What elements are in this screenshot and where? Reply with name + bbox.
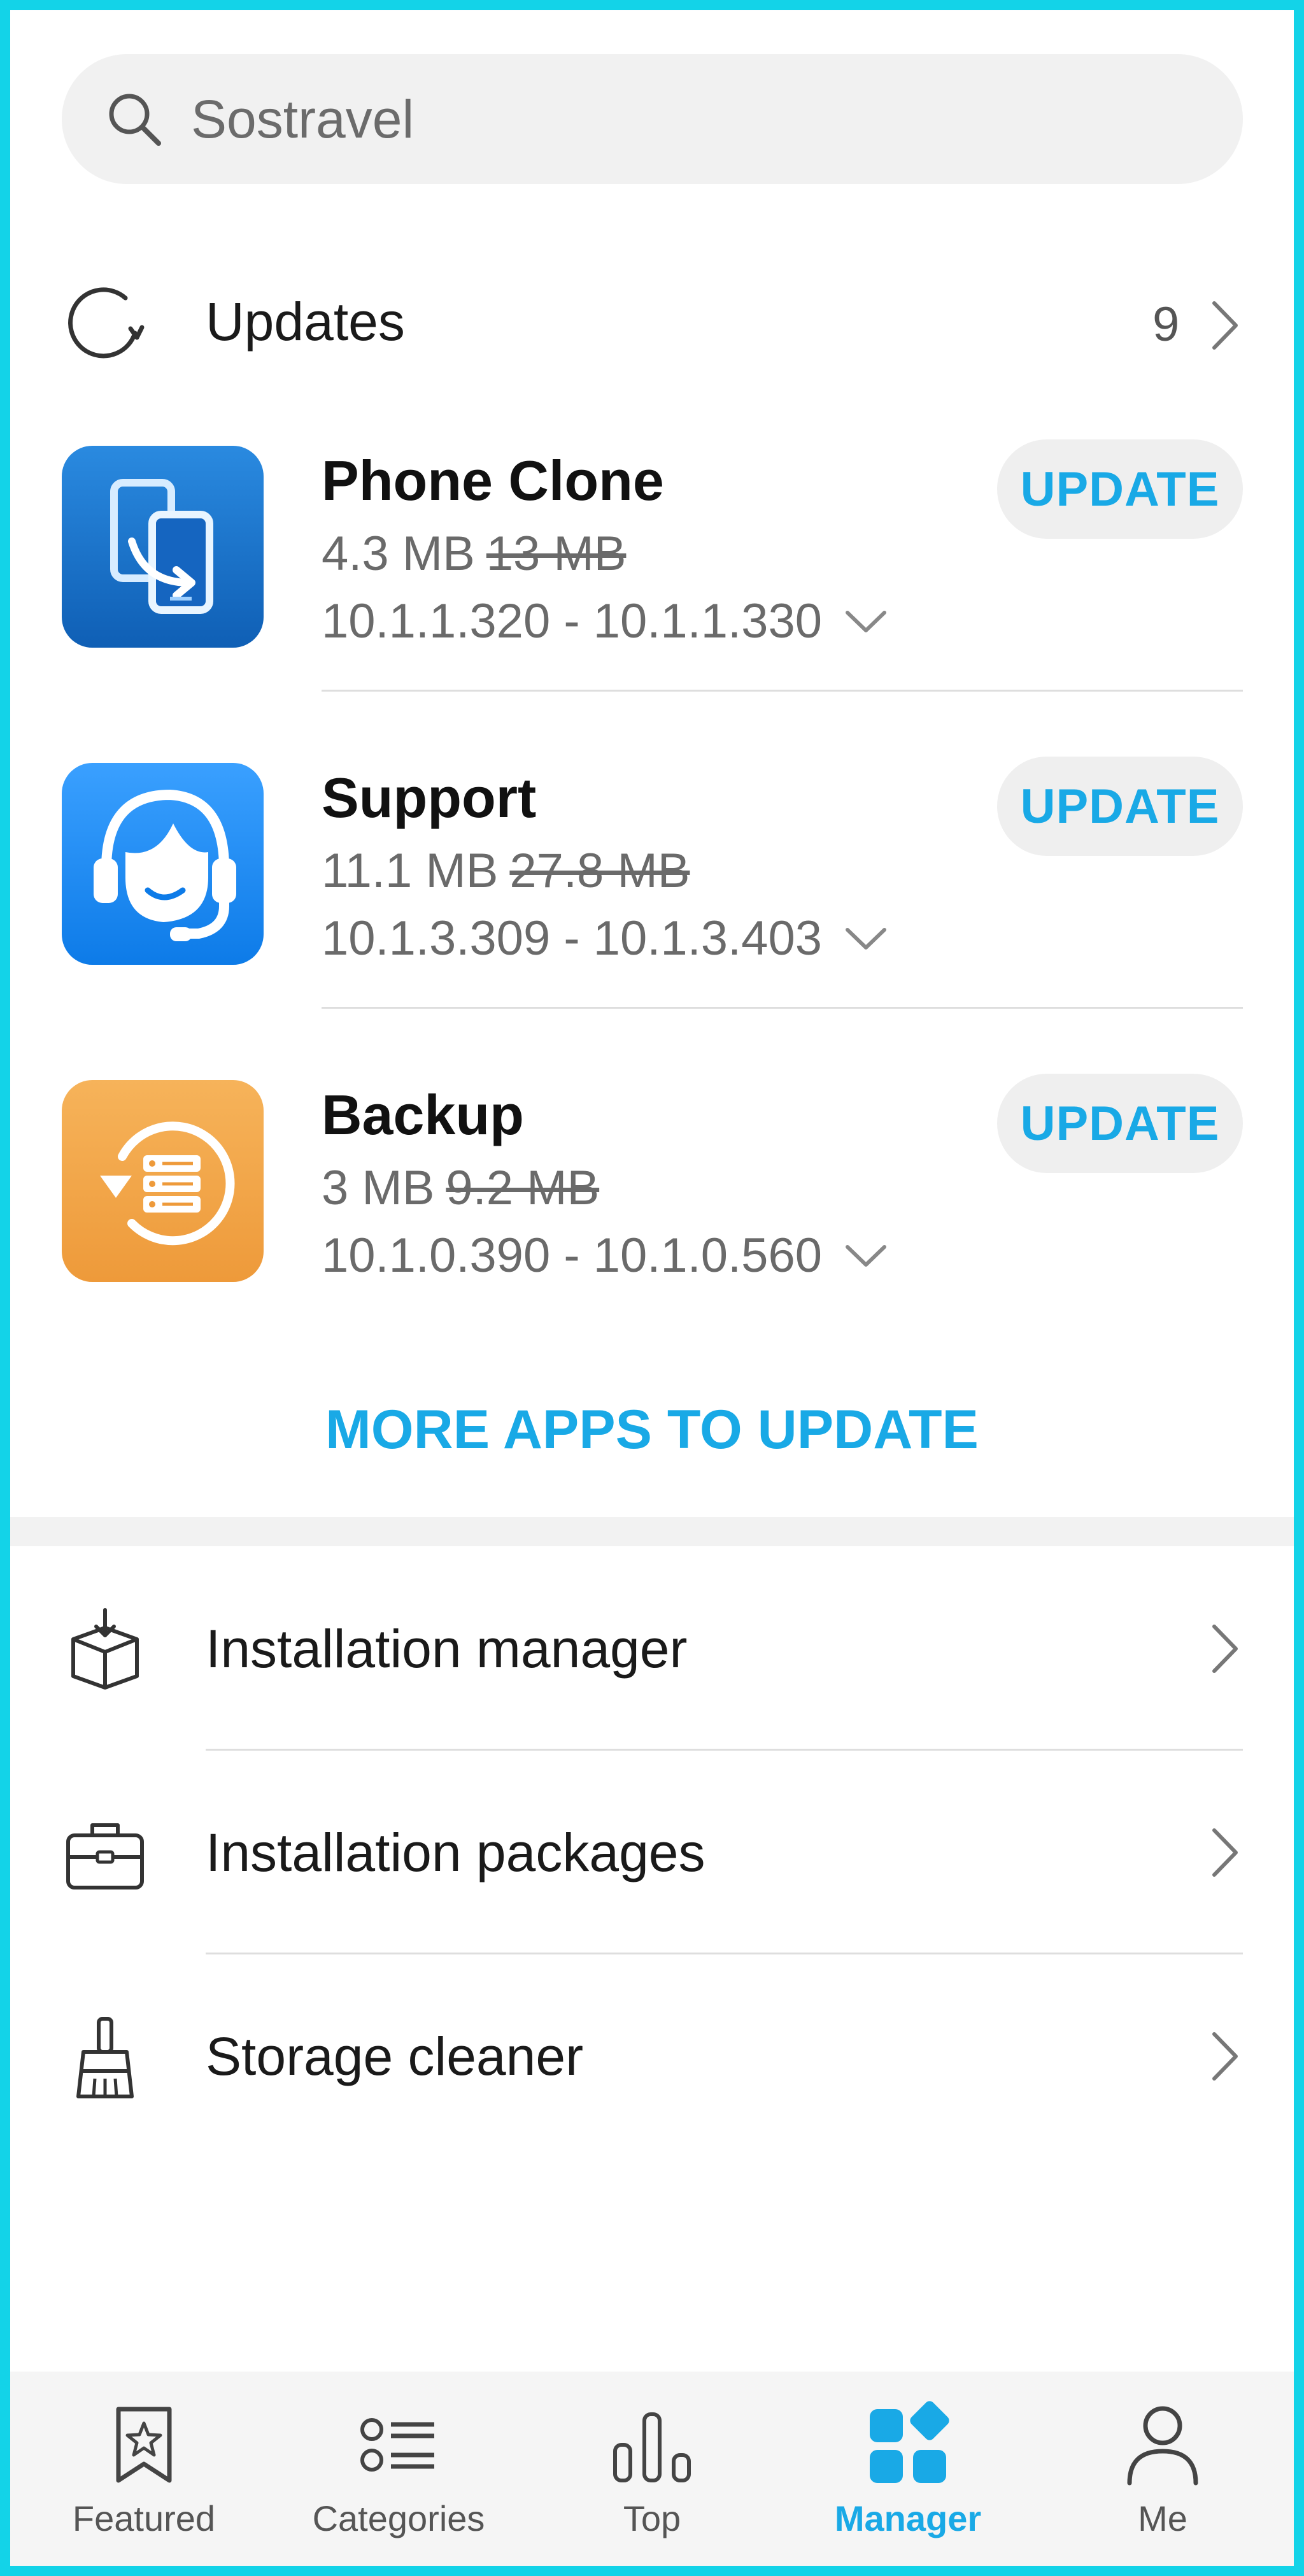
update-button[interactable]: UPDATE	[997, 1074, 1243, 1173]
backup-app-icon	[62, 1080, 264, 1282]
menu-item-installation-packages[interactable]: Installation packages	[0, 1750, 1304, 1954]
tab-label: Top	[623, 2498, 681, 2538]
new-size: 4.3 MB	[322, 527, 475, 581]
chevron-right-icon	[1212, 2032, 1238, 2081]
app-name: Phone Clone	[322, 449, 664, 512]
chevron-right-icon	[1212, 1625, 1238, 1673]
app-name: Support	[322, 766, 537, 829]
old-size: 27.8 MB	[509, 844, 690, 898]
version-toggle[interactable]: 10.1.1.320 - 10.1.1.330	[322, 590, 888, 653]
app-item-backup: Backup 3 MB 9.2 MB 10.1.0.390 - 10.1.0.56…	[0, 1074, 1304, 1391]
search-icon	[109, 94, 161, 146]
new-size: 11.1 MB	[322, 844, 499, 898]
update-button[interactable]: UPDATE	[997, 439, 1243, 539]
chevron-right-icon	[1212, 1828, 1238, 1877]
app-size: 3 MB 9.2 MB	[322, 1156, 599, 1220]
tab-label: Featured	[72, 2498, 216, 2538]
bookmark-star-icon	[116, 2407, 172, 2483]
menu-item-storage-cleaner[interactable]: Storage cleaner	[0, 1954, 1304, 2158]
menu-label: Installation manager	[206, 1619, 688, 1679]
divider	[322, 1007, 1243, 1009]
tab-manager[interactable]: Manager	[781, 2372, 1035, 2566]
update-button[interactable]: UPDATE	[997, 757, 1243, 856]
bottom-nav: Featured Categories Top Manager Me	[10, 2372, 1294, 2566]
version-toggle[interactable]: 10.1.0.390 - 10.1.0.560	[322, 1224, 888, 1288]
updates-count: 9	[1152, 297, 1180, 352]
bar-chart-icon	[613, 2412, 691, 2482]
chevron-down-icon	[845, 611, 886, 632]
old-size: 9.2 MB	[446, 1161, 600, 1215]
menu-item-installation-manager[interactable]: Installation manager	[0, 1546, 1304, 1751]
version-toggle[interactable]: 10.1.3.309 - 10.1.3.403	[322, 907, 888, 971]
tab-me[interactable]: Me	[1035, 2372, 1290, 2566]
list-icon	[360, 2418, 434, 2472]
support-app-icon	[62, 763, 264, 965]
tab-label: Me	[1138, 2498, 1187, 2538]
updates-row[interactable]: Updates 9	[0, 255, 1304, 388]
app-versions: 10.1.3.309 - 10.1.3.403	[322, 911, 822, 965]
chevron-down-icon	[845, 928, 886, 950]
divider	[322, 690, 1243, 692]
tab-label: Categories	[312, 2498, 485, 2538]
app-name: Backup	[322, 1083, 524, 1146]
chevron-right-icon	[1212, 301, 1238, 350]
app-item-support: Support 11.1 MB 27.8 MB 10.1.3.309 - 10.1…	[0, 757, 1304, 1074]
search-input[interactable]	[191, 80, 1146, 159]
more-apps-link[interactable]: MORE APPS TO UPDATE	[0, 1395, 1304, 1465]
old-size: 13 MB	[486, 527, 627, 581]
app-item-phone-clone: Phone Clone 4.3 MB 13 MB 10.1.1.320 - 10.…	[0, 439, 1304, 757]
tab-top[interactable]: Top	[525, 2372, 779, 2566]
chevron-down-icon	[845, 1245, 886, 1267]
broom-icon	[76, 2017, 134, 2098]
grid-icon	[870, 2401, 949, 2483]
tab-categories[interactable]: Categories	[271, 2372, 526, 2566]
briefcase-icon	[66, 1823, 144, 1889]
app-size: 11.1 MB 27.8 MB	[322, 839, 690, 903]
tab-label: Manager	[834, 2498, 982, 2538]
tab-featured[interactable]: Featured	[17, 2372, 271, 2566]
menu-label: Installation packages	[206, 1823, 705, 1882]
search-bar[interactable]	[62, 54, 1243, 184]
menu-label: Storage cleaner	[206, 2026, 584, 2086]
app-size: 4.3 MB 13 MB	[322, 522, 626, 586]
app-versions: 10.1.1.320 - 10.1.1.330	[322, 594, 822, 648]
updates-label: Updates	[206, 292, 405, 352]
person-icon	[1127, 2406, 1198, 2486]
new-size: 3 MB	[322, 1161, 435, 1215]
refresh-icon	[68, 287, 145, 359]
app-versions: 10.1.0.390 - 10.1.0.560	[322, 1228, 822, 1283]
phone-clone-app-icon	[62, 446, 264, 648]
box-download-icon	[71, 1608, 139, 1690]
section-separator	[10, 1517, 1294, 1546]
